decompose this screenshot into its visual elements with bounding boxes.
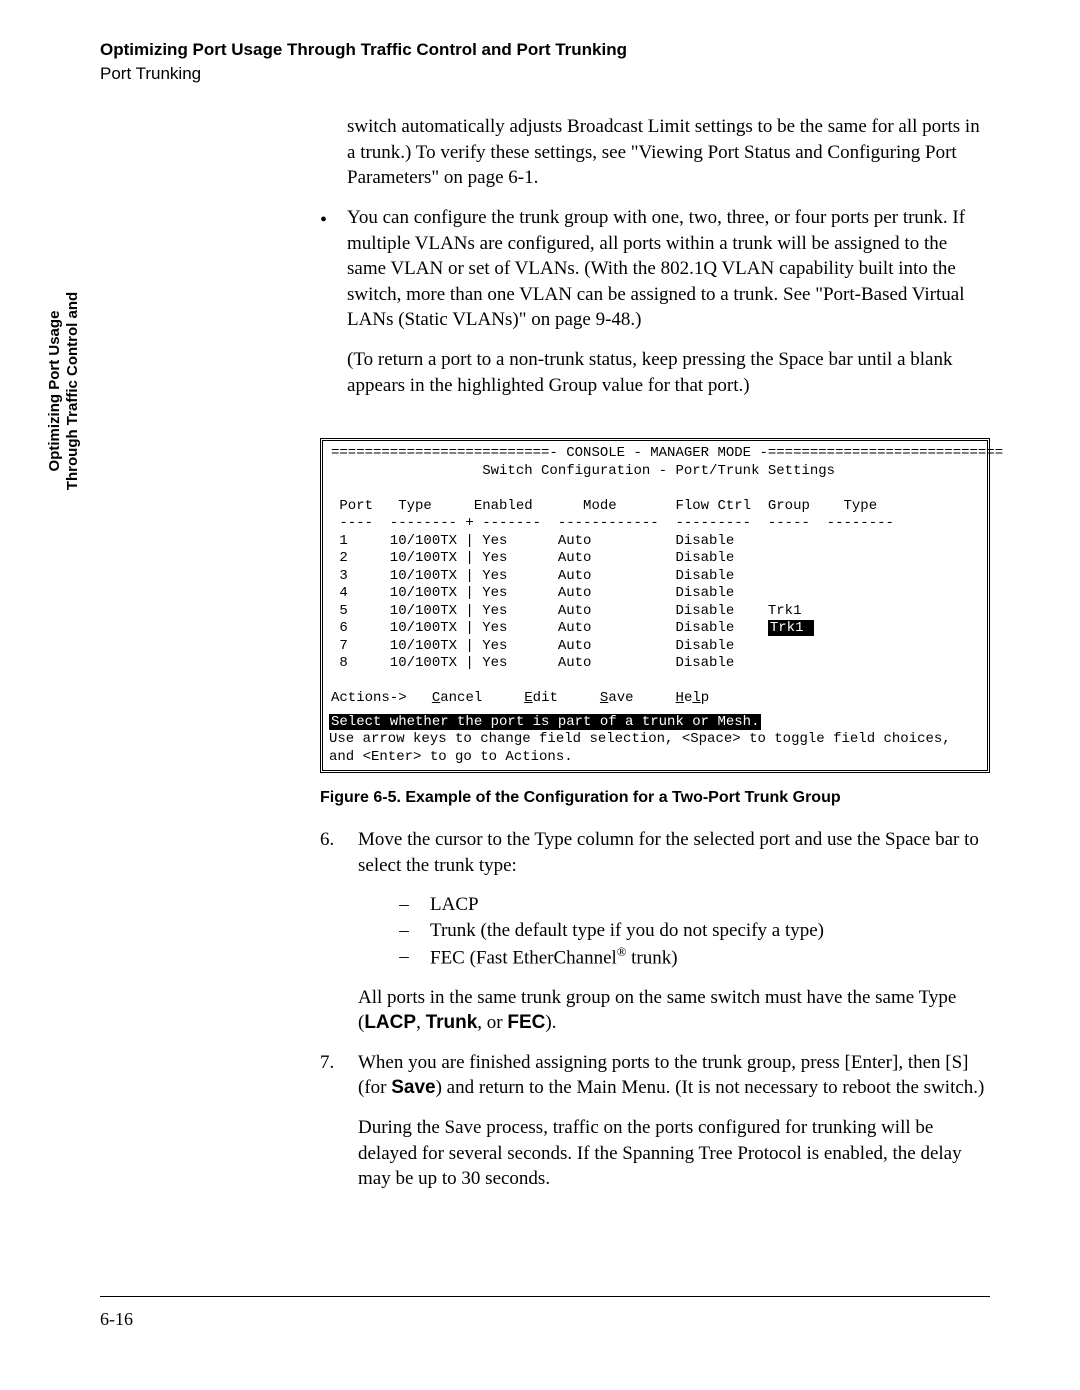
page-header-title: Optimizing Port Usage Through Traffic Co…: [100, 40, 990, 60]
side-tab: Optimizing Port Usage Through Traffic Co…: [46, 272, 82, 510]
step-6-text: Move the cursor to the Type column for t…: [358, 827, 990, 878]
console-row: 4 10/100TX | Yes Auto Disable: [331, 585, 979, 603]
bullet-paragraph: You can configure the trunk group with o…: [347, 205, 990, 333]
console-row: 7 10/100TX | Yes Auto Disable: [331, 638, 979, 656]
console-help-line: and <Enter> to go to Actions.: [329, 749, 981, 767]
console-row: 3 10/100TX | Yes Auto Disable: [331, 568, 979, 586]
page-number: 6-16: [100, 1309, 990, 1330]
console-help-line: Use arrow keys to change field selection…: [329, 731, 981, 749]
step-number: 6.: [320, 827, 342, 1050]
step-6-opt-1: LACP: [430, 892, 479, 918]
bullet-icon: •: [320, 205, 327, 234]
step-7-text: When you are finished assigning ports to…: [358, 1050, 990, 1101]
console-row-selected: 6 10/100TX | Yes Auto Disable Trk1: [331, 620, 979, 638]
body-content: • switch automatically adjusts Broadcast…: [320, 114, 990, 1206]
step-7: 7. When you are finished assigning ports…: [320, 1050, 990, 1206]
console-subtitle: Switch Configuration - Port/Trunk Settin…: [331, 463, 979, 481]
side-tab-line-1: Optimizing Port Usage: [46, 276, 64, 506]
step-6-followup: All ports in the same trunk group on the…: [358, 985, 990, 1036]
side-tab-line-2: Through Traffic Control and: [64, 276, 82, 506]
figure-caption: Figure 6-5. Example of the Configuration…: [320, 787, 990, 809]
console-screenshot: ==========================- CONSOLE - MA…: [320, 438, 990, 773]
console-row: 5 10/100TX | Yes Auto Disable Trk1: [331, 603, 979, 621]
continuation-paragraph: switch automatically adjusts Broadcast L…: [347, 114, 990, 191]
continuation-block: • switch automatically adjusts Broadcast…: [320, 114, 990, 205]
page-header-section: Port Trunking: [100, 64, 990, 84]
console-row: 8 10/100TX | Yes Auto Disable: [331, 655, 979, 673]
step-number: 7.: [320, 1050, 342, 1206]
step-6-opt-2: Trunk (the default type if you do not sp…: [430, 918, 824, 944]
console-row: 1 10/100TX | Yes Auto Disable: [331, 533, 979, 551]
step-6: 6. Move the cursor to the Type column fo…: [320, 827, 990, 1050]
console-selected-value: Trk1: [768, 620, 814, 636]
console-row: 2 10/100TX | Yes Auto Disable: [331, 550, 979, 568]
bullet-item: • You can configure the trunk group with…: [320, 205, 990, 412]
console-headers: Port Type Enabled Mode Flow Ctrl Group T…: [331, 498, 979, 516]
bullet-return-note: (To return a port to a non-trunk status,…: [347, 347, 990, 398]
step-7-followup: During the Save process, traffic on the …: [358, 1115, 990, 1192]
console-actions-row: Actions-> Cancel Edit Save Help: [331, 690, 979, 708]
console-divider: ---- -------- + ------- ------------ ---…: [331, 515, 979, 533]
console-help-selected: Select whether the port is part of a tru…: [329, 714, 981, 732]
step-6-opt-3: FEC (Fast EtherChannel® trunk): [430, 944, 678, 971]
page: Optimizing Port Usage Through Traffic Co…: [0, 0, 1080, 1390]
console-title: ==========================- CONSOLE - MA…: [331, 445, 979, 463]
page-header: Optimizing Port Usage Through Traffic Co…: [100, 40, 990, 84]
footer-rule: [100, 1296, 990, 1297]
